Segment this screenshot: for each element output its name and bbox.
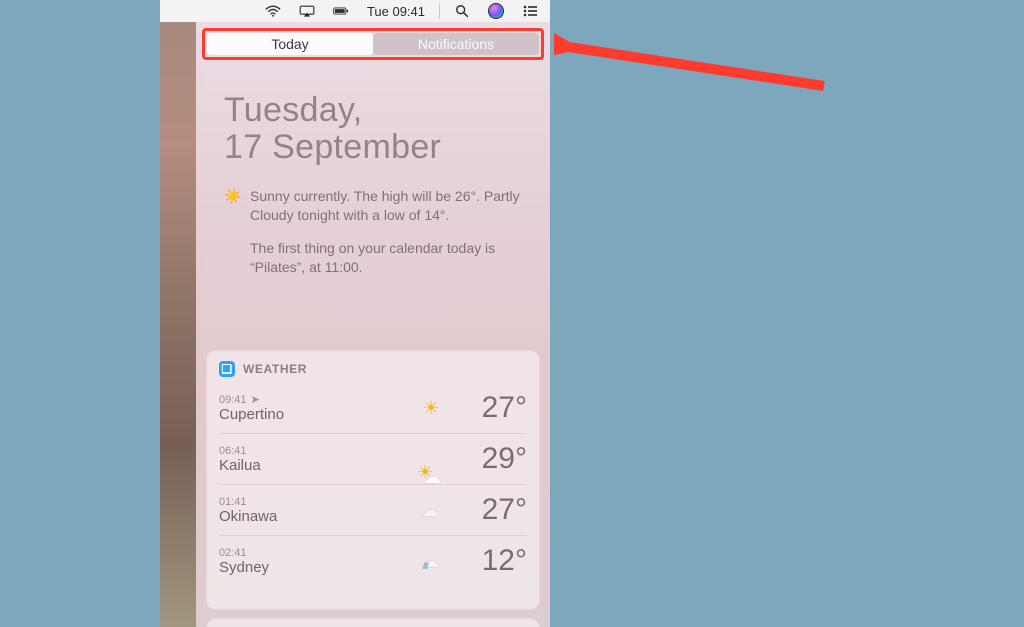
today-summary: Tuesday, 17 September ☀️ Sunny currently… [224,92,530,277]
siri-icon[interactable] [482,0,510,22]
weather-row-time: 06:41 [219,445,261,457]
weather-row-temp: 12° [457,544,527,578]
weather-row-city: Cupertino [219,406,284,423]
sun-icon: ☀️ [224,187,240,225]
weather-condition-icon: ☀︎☁︎ [417,449,439,470]
annotation-arrow [554,24,834,104]
wifi-icon[interactable] [259,0,287,22]
today-calendar-summary: The first thing on your calendar today i… [224,239,530,277]
weather-widget-title: WEATHER [243,362,307,376]
weather-row-time: 02:41 [219,547,269,559]
today-date: Tuesday, 17 September [224,92,530,165]
today-date-line1: Tuesday, [224,91,362,129]
menubar: Tue 09:41 [160,0,550,23]
tab-notifications[interactable]: Notifications [373,33,539,55]
spotlight-icon[interactable] [448,0,476,22]
weather-row[interactable]: 09:41 ➤Cupertino ☀︎ 27° [219,383,527,434]
weather-row[interactable]: 02:41Sydney ☁︎/// 12° [219,536,527,586]
tab-segmented-control: Today Notifications [202,28,544,60]
weather-row-city: Sydney [219,559,269,576]
airplay-icon[interactable] [293,0,321,22]
location-arrow-icon: ➤ [251,393,260,406]
menubar-separator [439,3,440,19]
weather-row-time: 01:41 [219,496,277,508]
today-weather-summary: Sunny currently. The high will be 26°. P… [250,187,530,225]
weather-condition-icon: ☁︎/// [421,551,439,572]
tab-today[interactable]: Today [207,33,373,55]
weather-app-icon: ❏ [219,361,235,377]
weather-row[interactable]: 01:41Okinawa ☁︎ 27° [219,485,527,536]
weather-condition-icon: ☀︎ [423,398,439,419]
notification-center-icon[interactable] [516,0,544,22]
weather-row-time: 09:41 ➤ [219,393,284,406]
weather-row[interactable]: 06:41Kailua ☀︎☁︎ 29° [219,434,527,485]
weather-row-temp: 27° [457,391,527,425]
weather-condition-icon: ☁︎ [421,500,439,521]
desktop-background-sliver [160,22,197,627]
weather-widget[interactable]: ❏ WEATHER 09:41 ➤Cupertino ☀︎ 27° 06:41Kail… [206,350,540,610]
battery-icon[interactable] [327,0,355,22]
world-clock-widget[interactable]: WORLD CLOCK [206,618,540,627]
weather-row-temp: 29° [457,442,527,476]
weather-row-temp: 27° [457,493,527,527]
weather-row-city: Kailua [219,457,261,474]
notification-center-panel: Today Notifications Tuesday, 17 Septembe… [196,22,550,627]
menubar-datetime[interactable]: Tue 09:41 [361,0,431,22]
today-date-line2: 17 September [224,128,441,166]
weather-row-city: Okinawa [219,508,277,525]
